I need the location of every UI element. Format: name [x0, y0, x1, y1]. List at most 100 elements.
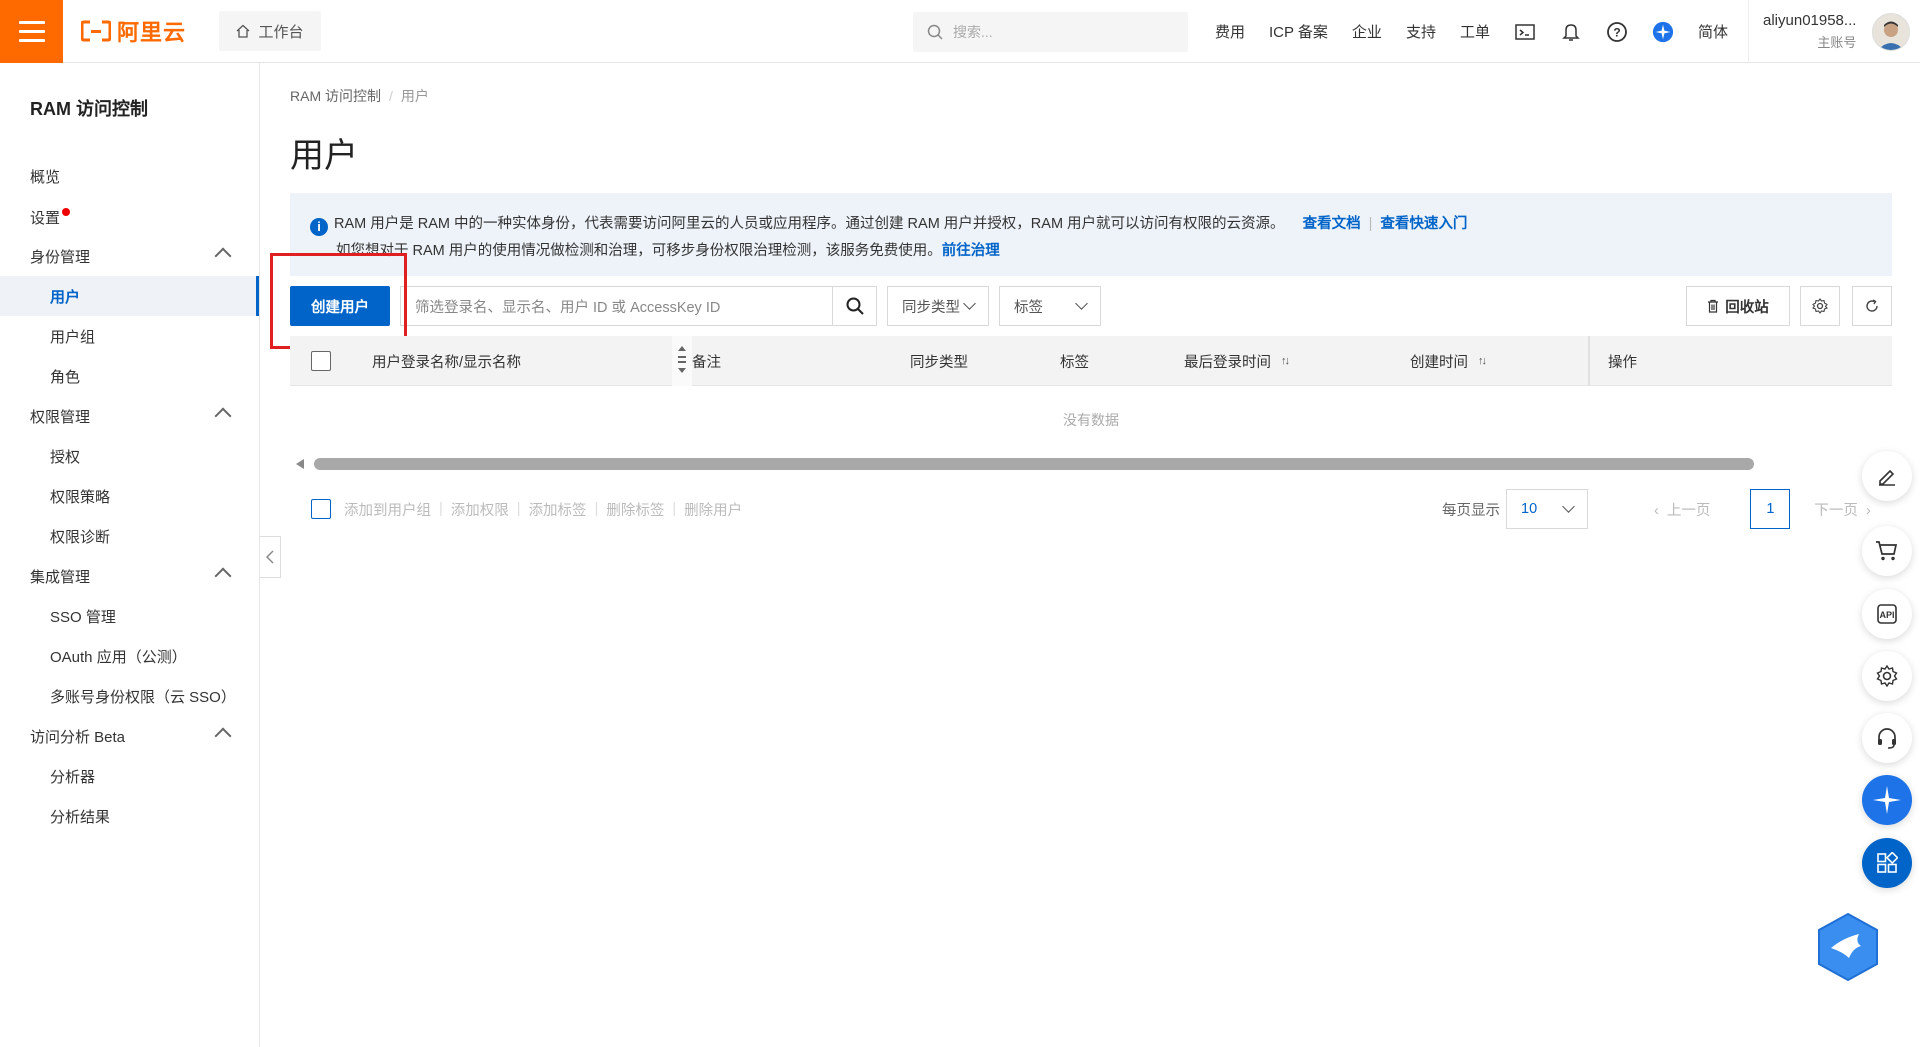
page-size-select[interactable]: 10 [1506, 489, 1588, 529]
ai-assistant-icon[interactable] [1652, 21, 1674, 43]
chevron-down-icon [1562, 500, 1575, 513]
batch-remove-tag[interactable]: 删除标签 [606, 499, 664, 520]
column-header-last-login[interactable]: 最后登录时间 ↑↓ [1184, 336, 1290, 386]
column-resize-handle[interactable] [672, 336, 692, 386]
nav-support[interactable]: 支持 [1406, 21, 1436, 42]
trash-icon [1708, 299, 1719, 313]
language-switch[interactable]: 简体 [1698, 21, 1728, 42]
nav-ticket[interactable]: 工单 [1460, 21, 1490, 42]
breadcrumb: RAM 访问控制 / 用户 [290, 86, 429, 106]
hamburger-menu-icon[interactable] [0, 0, 63, 63]
grid-apps-icon [1877, 852, 1898, 873]
footer-select-all-checkbox[interactable] [311, 499, 331, 519]
sidebar-collapse-button[interactable] [260, 536, 281, 578]
batch-add-to-group[interactable]: 添加到用户组 [344, 499, 431, 520]
view-docs-link[interactable]: 查看文档 [1303, 216, 1361, 232]
notification-dot [62, 208, 71, 216]
sidebar-item-grants[interactable]: 授权 [0, 436, 259, 476]
aliyun-logo[interactable]: 阿里云 [81, 16, 199, 46]
global-search-input[interactable]: 搜索... [913, 12, 1188, 52]
table-footer: 添加到用户组 | 添加权限 | 添加标签 | 删除标签 | 删除用户 每页显示 10 ‹… [290, 489, 1892, 529]
sidebar: RAM 访问控制 概览 设置 身份管理 用户 用户组 角色 权限管理 授权 权限… [0, 63, 260, 1047]
prev-page-button[interactable]: ‹ 上一页 [1654, 499, 1710, 520]
settings-button[interactable] [1800, 286, 1840, 326]
sidebar-group-access-analysis[interactable]: 访问分析 Beta [0, 716, 259, 756]
edit-float-button[interactable] [1862, 451, 1912, 501]
sidebar-item-roles[interactable]: 角色 [0, 356, 259, 396]
sidebar-item-policies[interactable]: 权限策略 [0, 476, 259, 516]
page-number-button[interactable]: 1 [1750, 489, 1791, 529]
select-all-checkbox[interactable] [311, 336, 331, 386]
scrollbar-thumb[interactable] [314, 458, 1754, 470]
sidebar-item-analysis-results[interactable]: 分析结果 [0, 796, 259, 836]
help-icon[interactable]: ? [1606, 21, 1628, 43]
user-account-menu[interactable]: aliyun01958... 主账号 [1748, 0, 1911, 63]
next-page-button[interactable]: 下一页 › [1814, 499, 1870, 520]
batch-add-tag[interactable]: 添加标签 [529, 499, 587, 520]
apps-float-button[interactable] [1862, 838, 1912, 888]
nav-billing[interactable]: 费用 [1215, 21, 1245, 42]
recycle-bin-button[interactable]: 回收站 [1686, 286, 1790, 326]
sidebar-item-diagnosis[interactable]: 权限诊断 [0, 516, 259, 556]
user-filter-input[interactable]: 筛选登录名、显示名、用户 ID 或 AccessKey ID [400, 286, 877, 326]
refresh-icon [1866, 299, 1878, 312]
sidebar-group-identity[interactable]: 身份管理 [0, 236, 259, 276]
search-placeholder: 搜索... [953, 24, 993, 40]
ai-assistant-float-button[interactable] [1862, 775, 1912, 825]
sidebar-item-label: 用户组 [50, 328, 96, 346]
batch-add-permission[interactable]: 添加权限 [451, 499, 509, 520]
sidebar-group-permissions[interactable]: 权限管理 [0, 396, 259, 436]
user-name: aliyun01958... [1763, 12, 1857, 29]
sidebar-item-label: 权限管理 [30, 408, 91, 426]
terminal-icon[interactable] [1514, 21, 1536, 43]
tag-select[interactable]: 标签 [999, 286, 1101, 326]
sidebar-item-label: 多账号身份权限（云 SSO） [50, 688, 236, 706]
sidebar-item-analyzer[interactable]: 分析器 [0, 756, 259, 796]
sidebar-item-users[interactable]: 用户 [0, 276, 259, 316]
settings-float-button[interactable] [1862, 651, 1912, 701]
search-button[interactable] [832, 287, 876, 325]
horizontal-scrollbar[interactable] [296, 458, 1892, 470]
info-notice: i RAM 用户是 RAM 中的一种实体身份，代表需要访问阿里云的人员或应用程序。… [290, 193, 1892, 276]
avatar[interactable] [1872, 12, 1911, 51]
batch-delete-user[interactable]: 删除用户 [684, 499, 742, 520]
sidebar-item-overview[interactable]: 概览 [0, 156, 259, 196]
refresh-button[interactable] [1852, 286, 1892, 326]
sidebar-item-cloud-sso[interactable]: 多账号身份权限（云 SSO） [0, 676, 259, 716]
nav-enterprise[interactable]: 企业 [1352, 21, 1382, 42]
column-label: 用户登录名称/显示名称 [372, 354, 522, 371]
sidebar-item-oauth[interactable]: OAuth 应用（公测） [0, 636, 259, 676]
column-header-created[interactable]: 创建时间 ↑↓ [1410, 336, 1487, 386]
sidebar-item-user-groups[interactable]: 用户组 [0, 316, 259, 356]
governance-link[interactable]: 前往治理 [942, 243, 1000, 259]
sync-type-select[interactable]: 同步类型 [887, 286, 989, 326]
info-icon: i [310, 217, 328, 236]
nav-icp[interactable]: ICP 备案 [1269, 21, 1328, 42]
batch-actions: 添加到用户组 | 添加权限 | 添加标签 | 删除标签 | 删除用户 [344, 489, 742, 529]
top-nav-links: 费用 ICP 备案 企业 支持 工单 ? 简体 [1215, 0, 1728, 63]
sort-icon[interactable]: ↑↓ [1281, 355, 1290, 367]
sidebar-item-sso[interactable]: SSO 管理 [0, 596, 259, 636]
headset-icon [1878, 728, 1896, 749]
support-float-button[interactable] [1862, 713, 1912, 763]
tag-select-label: 标签 [1014, 299, 1043, 316]
workbench-button[interactable]: 工作台 [219, 11, 321, 51]
sort-icon[interactable]: ↑↓ [1478, 355, 1487, 367]
cart-float-button[interactable] [1862, 526, 1912, 576]
user-role: 主账号 [1817, 35, 1857, 50]
sidebar-group-integration[interactable]: 集成管理 [0, 556, 259, 596]
sidebar-item-settings[interactable]: 设置 [0, 197, 259, 237]
sidebar-item-label: 用户 [50, 288, 81, 306]
quickstart-link[interactable]: 查看快速入门 [1380, 216, 1467, 232]
assistant-bird-icon[interactable] [1815, 912, 1881, 982]
batch-separator: | [594, 501, 599, 517]
empty-state-text: 没有数据 [1063, 412, 1119, 428]
api-float-button[interactable]: API [1862, 589, 1912, 639]
batch-separator: | [516, 501, 521, 517]
sidebar-item-label: 授权 [50, 448, 81, 466]
sidebar-item-label: 角色 [50, 368, 81, 386]
scroll-left-arrow-icon[interactable] [296, 459, 304, 469]
breadcrumb-root[interactable]: RAM 访问控制 [290, 88, 381, 104]
column-header-actions: 操作 [1588, 336, 1637, 386]
bell-icon[interactable] [1560, 21, 1582, 43]
